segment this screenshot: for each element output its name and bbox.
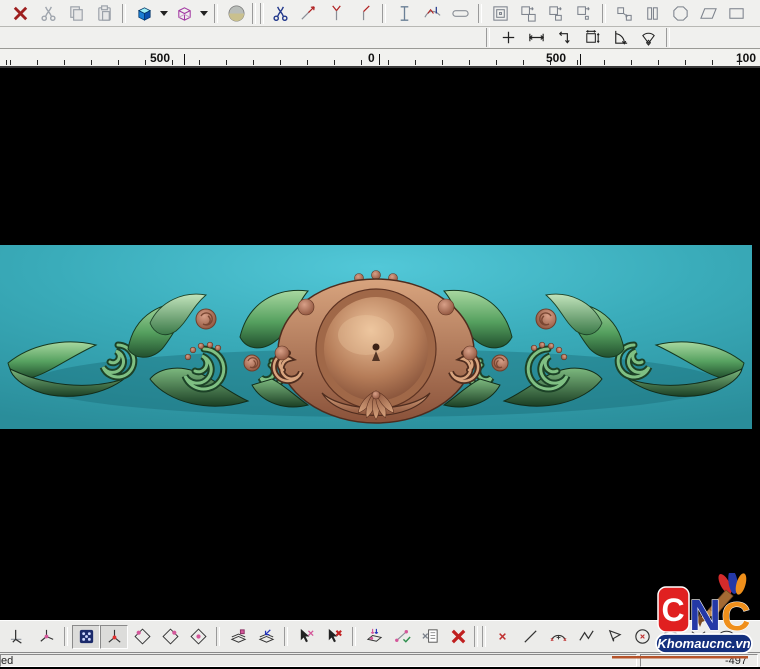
layer-raise-icon[interactable] — [224, 625, 252, 648]
relief-preview: .g1{fill:url(#leafG);stroke:#16381f;stro… — [0, 245, 752, 429]
cut-icon[interactable] — [34, 2, 62, 25]
delete-node-icon[interactable] — [320, 625, 348, 648]
measure-distance-icon[interactable] — [522, 26, 550, 49]
toolbar-top — [0, 0, 760, 27]
remove-from-list-icon[interactable] — [416, 625, 444, 648]
draw-line-icon[interactable] — [516, 625, 544, 648]
iso-view-left-icon[interactable] — [128, 625, 156, 648]
measure-bounds-icon[interactable] — [578, 26, 606, 49]
toolbar-bottom — [0, 620, 760, 652]
horizontal-ruler: 500 0 500 100 — [0, 49, 760, 68]
project-to-surface-icon[interactable] — [360, 625, 388, 648]
toolbar-measure — [0, 27, 760, 49]
capsule-outline-icon[interactable] — [446, 2, 474, 25]
measure-path-icon[interactable] — [550, 26, 578, 49]
draw-arc-icon[interactable] — [544, 625, 572, 648]
measure-sector-icon[interactable] — [634, 26, 662, 49]
solid-view-cube-icon[interactable] — [130, 2, 158, 25]
view-top-shaded-button[interactable] — [72, 625, 100, 649]
draw-hidden-1-icon[interactable] — [684, 625, 712, 648]
draw-polyline-icon[interactable] — [572, 625, 600, 648]
ruler-label: 0 — [368, 52, 375, 65]
transform-to-rect-icon[interactable] — [610, 2, 638, 25]
status-bar: ed -497 — [0, 652, 760, 667]
status-coordinate: -497 — [640, 654, 758, 667]
measure-point-icon[interactable] — [494, 26, 522, 49]
offset-contours-icon[interactable] — [486, 2, 514, 25]
ruler-ticks — [0, 60, 760, 65]
ruler-label: 500 — [150, 52, 170, 65]
delete-icon[interactable] — [6, 2, 34, 25]
origin-axis-icon[interactable] — [4, 625, 32, 648]
ruler-label: 500 — [546, 52, 566, 65]
application-window: 500 0 500 100 — [0, 0, 760, 669]
split-columns-icon[interactable] — [638, 2, 666, 25]
view-iso-axes-button[interactable] — [100, 625, 128, 649]
delete-object-icon[interactable] — [444, 625, 472, 648]
polygon-tool-icon[interactable] — [666, 2, 694, 25]
paste-icon[interactable] — [90, 2, 118, 25]
wireframe-view-cube-icon[interactable] — [170, 2, 198, 25]
draw-hidden-2-icon[interactable] — [712, 625, 740, 648]
trim-scissors-icon[interactable] — [266, 2, 294, 25]
copy-with-offset-icon[interactable] — [514, 2, 542, 25]
iso-view-right-icon[interactable] — [156, 625, 184, 648]
draw-circle-icon[interactable] — [628, 625, 656, 648]
scale-copy-icon[interactable] — [570, 2, 598, 25]
rectangle-tool-icon[interactable] — [722, 2, 750, 25]
move-with-copy-icon[interactable] — [542, 2, 570, 25]
shear-parallelogram-icon[interactable] — [694, 2, 722, 25]
solid-view-dropdown-icon[interactable] — [158, 2, 170, 25]
select-node-icon[interactable] — [292, 625, 320, 648]
measure-angle-icon[interactable] — [606, 26, 634, 49]
draw-polygon-icon[interactable] — [600, 625, 628, 648]
iso-view-top-icon[interactable] — [184, 625, 212, 648]
viewport-canvas[interactable]: .g1{fill:url(#leafG);stroke:#16381f;stro… — [0, 68, 760, 620]
draw-point-icon[interactable] — [488, 625, 516, 648]
verify-curve-icon[interactable] — [388, 625, 416, 648]
wireframe-view-dropdown-icon[interactable] — [198, 2, 210, 25]
spline-refine-icon[interactable] — [418, 2, 446, 25]
copy-icon[interactable] — [62, 2, 90, 25]
render-sphere-icon[interactable] — [222, 2, 250, 25]
text-cursor-icon[interactable] — [390, 2, 418, 25]
extend-line-icon[interactable] — [294, 2, 322, 25]
status-message: ed — [0, 654, 637, 667]
draw-ellipse-icon[interactable] — [656, 625, 684, 648]
chamfer-corner-icon[interactable] — [350, 2, 378, 25]
layer-extract-icon[interactable] — [252, 625, 280, 648]
ruler-label: 100 — [736, 52, 756, 65]
fillet-corner-icon[interactable] — [322, 2, 350, 25]
rotate-axis-icon[interactable] — [32, 625, 60, 648]
